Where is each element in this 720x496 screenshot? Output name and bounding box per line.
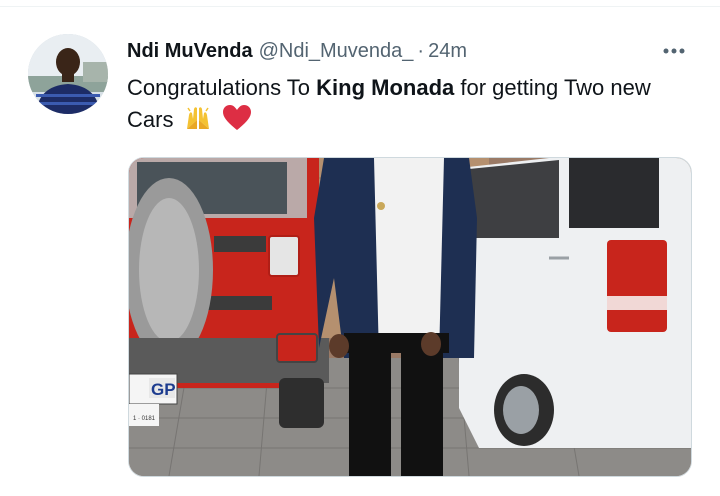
tweet-timestamp[interactable]: 24m	[428, 40, 467, 62]
red-heart-icon	[222, 105, 251, 130]
avatar-image	[28, 34, 108, 114]
top-divider	[0, 6, 720, 7]
author-handle[interactable]: @Ndi_Muvenda_	[259, 40, 414, 62]
tweet-header: Ndi MuVenda @Ndi_Muvenda_ · 24m	[127, 36, 690, 66]
tweet-text: Congratulations To King Monada for getti…	[127, 72, 687, 136]
tweet-text-bold: King Monada	[316, 75, 455, 100]
separator-dot: ·	[417, 40, 425, 62]
tweet-media[interactable]: GP 1 · 0181	[128, 157, 692, 477]
raising-hands-icon	[186, 107, 209, 129]
avatar[interactable]	[28, 34, 108, 114]
plate-number: 1 · 0181	[133, 416, 156, 422]
media-photo: GP 1 · 0181	[129, 158, 691, 476]
plate-text: GP	[151, 380, 176, 399]
tweet-text-part1: Congratulations To	[127, 75, 317, 100]
more-options-icon[interactable]	[658, 36, 690, 66]
author-name[interactable]: Ndi MuVenda	[127, 40, 253, 62]
